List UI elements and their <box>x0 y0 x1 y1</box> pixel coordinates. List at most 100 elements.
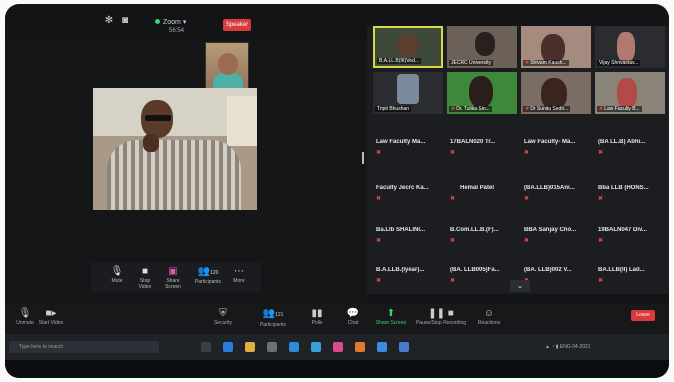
participant-tile[interactable]: B.A.LLB.(Iyear)... ✖ <box>373 244 443 284</box>
tile-name: Faculty Jecrc Ka... <box>376 185 429 191</box>
participant-tile[interactable]: (BA.LLB)015Ani... ✖ <box>521 162 591 202</box>
leave-button[interactable]: Leave <box>631 310 655 321</box>
app-icon[interactable] <box>377 342 387 352</box>
participant-tile[interactable]: BBA Sanjay Cho... ✖ <box>521 204 591 244</box>
participants-button[interactable]: 👥120 Participants <box>193 266 223 285</box>
store-icon[interactable] <box>267 342 277 352</box>
muted-mic-icon: ✖ <box>450 196 456 202</box>
video-person-hand <box>143 134 159 152</box>
muted-mic-icon: ✖ <box>376 196 382 202</box>
active-speaker-video <box>93 88 257 210</box>
start-video-button[interactable]: ■▸ Start Video <box>33 307 69 326</box>
video-tile[interactable]: B.A.LL.B(III)Ved... <box>373 26 443 68</box>
tile-person <box>469 76 493 108</box>
tile-caption: Vijay Shrivastav... <box>597 60 641 66</box>
system-tray[interactable]: ▲ ◔ ▮ ENG 04-2021 <box>545 344 590 350</box>
tile-caption: JECRC University <box>449 60 494 66</box>
wifi-icon: ▲ ◔ ▮ <box>545 344 560 350</box>
share-screen-icon: ⬆ <box>386 308 396 319</box>
participants-count: 120 <box>210 270 219 276</box>
tile-name: B.A.LLB.(Iyear)... <box>376 267 425 273</box>
video-tile[interactable]: JECRC University <box>447 26 517 68</box>
chat-button[interactable]: 💬 Chat <box>335 307 371 326</box>
app-icon[interactable] <box>355 342 365 352</box>
muted-mic-icon: ✖ <box>376 150 382 156</box>
participants-icon: 👥120 <box>197 266 219 277</box>
participants-toolbar-label: Participants <box>259 322 287 328</box>
tile-name: 17BALN020 Tr... <box>450 139 496 145</box>
zoom-label: Zoom <box>163 19 181 26</box>
participants-toolbar-button[interactable]: 👥121 Participants <box>251 307 295 328</box>
speaker-controls-bar: 🎙 Mute ■ Stop Video ▣ Share Screen 👥120 Part… <box>91 262 261 292</box>
microphone-icon: 🎙 <box>110 266 124 277</box>
reactions-button[interactable]: ☺ Reactions <box>471 307 507 326</box>
participant-tile[interactable]: Ba.Llb SHALINI... ✖ <box>373 204 443 244</box>
app-icon[interactable] <box>333 342 343 352</box>
windows-taskbar: Type here to search ▲ ◔ ▮ ENG 04-2021 <box>5 334 669 360</box>
edge-icon[interactable] <box>223 342 233 352</box>
participant-tile[interactable]: BA.LLB(II) Lad... ✖ <box>595 244 665 284</box>
task-view-icon[interactable] <box>201 342 211 352</box>
tile-caption: ✖Dr Sunita Sedh... <box>523 106 571 112</box>
tile-person <box>475 32 495 56</box>
share-label: Share Screen <box>165 278 181 290</box>
pause-stop-icon: ❚❚ ■ <box>428 308 454 319</box>
file-explorer-icon[interactable] <box>245 342 255 352</box>
pane-divider[interactable] <box>362 152 364 164</box>
zoom-taskbar-icon[interactable] <box>311 342 321 352</box>
tile-name: Vijay Shrivastav... <box>599 60 639 66</box>
participant-tile[interactable]: (BA. LLB)002 V...✖ <box>521 244 591 284</box>
tile-caption: Tripti Bhushan <box>375 106 412 112</box>
start-video-label: Start Video <box>38 320 64 326</box>
meeting-timer: 56:54 <box>169 28 185 34</box>
tile-name: B.A.LL.B(III)Ved... <box>379 58 420 64</box>
tile-name: Law Faculty Ma... <box>376 139 426 145</box>
video-tile[interactable]: Tripti Bhushan <box>373 72 443 114</box>
participant-tile[interactable]: 17BALN020 Tr... ✖ <box>447 116 517 156</box>
video-tile[interactable]: ✖Dr Sunita Sedh... <box>521 72 591 114</box>
participant-tile[interactable]: Law Faculty Ma... ✖ <box>373 116 443 156</box>
video-tile[interactable]: ✖Dr. Tulika Sin... <box>447 72 517 114</box>
participant-tile[interactable]: Hemal Patel ✖ <box>447 162 517 202</box>
video-tile[interactable]: ✖Law Faculty B... <box>595 72 665 114</box>
share-screen-button[interactable]: ▣ Share Screen <box>163 266 183 290</box>
participant-tile[interactable]: B.Com.LL.B.(F)... ✖ <box>447 204 517 244</box>
participants-label: Participants <box>194 279 222 285</box>
record-button[interactable]: ❚❚ ■ Pause/Stop Recording <box>413 307 469 326</box>
tile-name: (BA LL.B) Abhi... <box>598 139 646 145</box>
participants-toolbar-count: 121 <box>275 312 284 318</box>
mail-icon[interactable] <box>289 342 299 352</box>
participant-tile[interactable]: (BA. LLB005)Fa... ✖ <box>447 244 517 284</box>
gear-icon[interactable]: ✻ <box>103 15 115 27</box>
participant-tile[interactable]: Bba LLB (HONS... ✖ <box>595 162 665 202</box>
stop-video-button[interactable]: ■ Stop Video <box>135 266 155 290</box>
participant-tile[interactable]: Faculty Jecrc Ka... ✖ <box>373 162 443 202</box>
video-tile[interactable]: ✖Shivam Kaush... <box>521 26 591 68</box>
camera-icon[interactable]: ◙ <box>119 15 131 27</box>
avatar-face <box>218 53 238 75</box>
next-page-button[interactable]: ⌄ <box>510 280 530 292</box>
speaker-view-button[interactable]: Speaker <box>223 19 251 31</box>
shield-icon: ⛨ <box>219 308 227 319</box>
tile-name: Dr Sunita Sedh... <box>530 106 569 112</box>
participant-tile[interactable]: 19BALN047 Div... ✖ <box>595 204 665 244</box>
tile-name: JECRC University <box>451 60 492 66</box>
participant-tile[interactable]: (BA LL.B) Abhi... ✖ <box>595 116 665 156</box>
share-screen-toolbar-button[interactable]: ⬆ Share Screen <box>371 307 411 326</box>
mute-label: Mute <box>111 278 123 284</box>
mute-button[interactable]: 🎙 Mute <box>107 266 127 284</box>
participant-tile[interactable]: Law Faculty- Ma... ✖ <box>521 116 591 156</box>
security-button[interactable]: ⛨ Security <box>205 307 241 326</box>
app-icon[interactable] <box>399 342 409 352</box>
tile-caption: ✖Dr. Tulika Sin... <box>449 106 492 112</box>
video-tile[interactable]: Vijay Shrivastav... <box>595 26 665 68</box>
security-label: Security <box>213 320 233 326</box>
polls-button[interactable]: ▮▮ Polls <box>299 307 335 326</box>
more-button[interactable]: ⋯ More <box>229 266 249 284</box>
share-screen-label: Share Screen <box>375 320 407 326</box>
chat-label: Chat <box>347 320 359 326</box>
muted-mic-icon: ✖ <box>450 150 456 156</box>
taskbar-search-input[interactable]: Type here to search <box>9 341 159 353</box>
tile-name: Tripti Bhushan <box>377 106 410 112</box>
participants-icon: 👥121 <box>262 308 284 319</box>
